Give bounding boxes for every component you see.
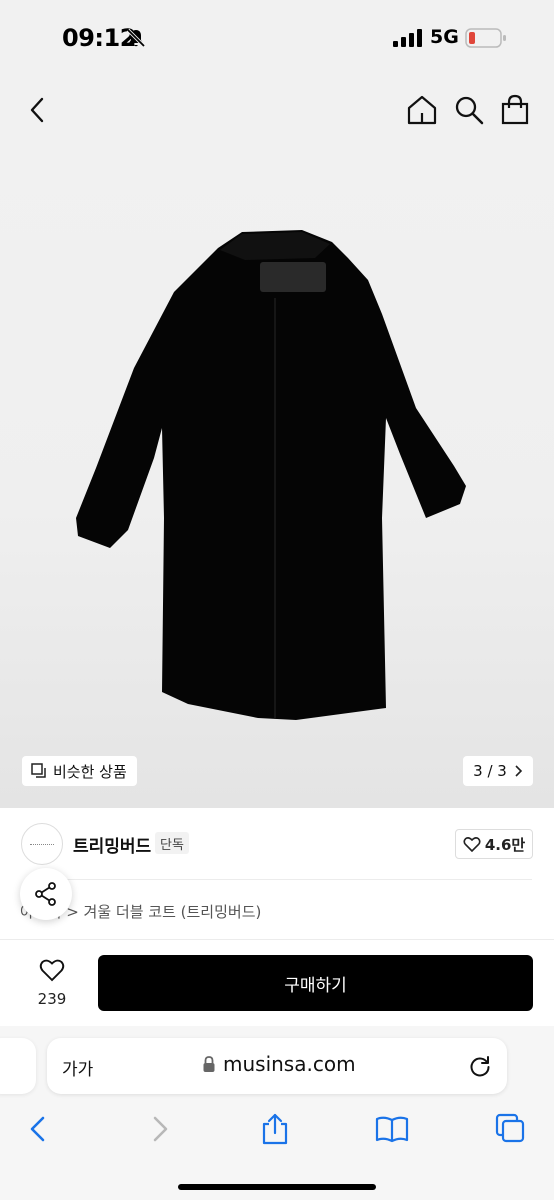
lock-icon — [203, 1056, 215, 1072]
browser-chrome: 가가 musinsa.com — [0, 1026, 554, 1200]
similar-products-label: 비슷한 상품 — [53, 762, 127, 781]
network-type: 5G — [430, 26, 459, 48]
url-display[interactable]: musinsa.com — [202, 1052, 356, 1076]
chevron-right-icon — [515, 765, 522, 777]
home-indicator — [178, 1184, 376, 1190]
browser-forward-icon[interactable] — [142, 1112, 176, 1146]
url-text: musinsa.com — [223, 1052, 356, 1076]
wishlist-count: 239 — [37, 990, 67, 1008]
text-size-button[interactable]: 가가 — [62, 1055, 93, 1080]
divider — [62, 879, 532, 880]
share-button[interactable] — [20, 868, 72, 920]
brand-like-count: 4.6만 — [484, 835, 526, 854]
signal-icon — [393, 29, 422, 47]
image-page-indicator[interactable]: 3 / 3 — [463, 756, 533, 786]
similar-products-button[interactable]: 비슷한 상품 — [22, 756, 137, 786]
heart-icon — [39, 959, 65, 982]
tabs-icon[interactable] — [493, 1112, 527, 1146]
purchase-bar: 239 구매하기 — [0, 940, 554, 1026]
brand-logo[interactable] — [21, 823, 63, 865]
browser-back-icon[interactable] — [22, 1112, 56, 1146]
search-icon[interactable] — [452, 93, 486, 127]
previous-tab[interactable] — [0, 1038, 36, 1094]
reload-icon[interactable] — [467, 1053, 493, 1079]
buy-button[interactable]: 구매하기 — [98, 955, 533, 1011]
back-icon[interactable] — [20, 93, 54, 127]
bookmarks-icon[interactable] — [375, 1112, 409, 1146]
heart-icon — [463, 837, 481, 852]
wishlist-button[interactable]: 239 — [28, 958, 76, 1008]
battery-icon — [465, 28, 506, 48]
silent-bell-icon — [126, 28, 146, 48]
product-title: 겨울 더블 코트 (트리밍버드) — [83, 903, 262, 921]
similar-icon — [31, 763, 46, 778]
exclusive-badge: 단독 — [155, 832, 189, 854]
product-image-gallery[interactable]: 비슷한 상품 3 / 3 — [0, 146, 554, 808]
bag-icon[interactable] — [498, 93, 532, 127]
page-count: 3 / 3 — [473, 762, 507, 780]
home-icon[interactable] — [405, 93, 439, 127]
share-sheet-icon[interactable] — [258, 1112, 292, 1146]
brand-name[interactable]: 트리밍버드 — [73, 832, 151, 857]
brand-row: 트리밍버드 단독 4.6만 — [0, 808, 554, 880]
address-bar[interactable]: 가가 musinsa.com — [47, 1038, 507, 1094]
brand-like-button[interactable]: 4.6만 — [455, 829, 533, 859]
top-nav — [0, 76, 554, 146]
coat-photo — [76, 230, 466, 720]
share-icon — [35, 882, 56, 906]
status-bar: 09:12 5G — [0, 0, 554, 76]
